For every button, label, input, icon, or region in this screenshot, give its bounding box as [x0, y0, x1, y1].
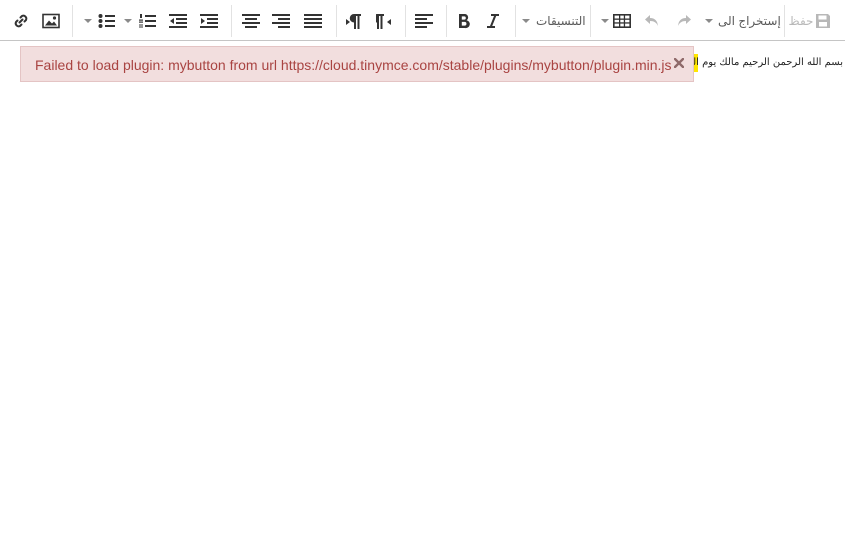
indent-button[interactable]: [197, 4, 221, 38]
table-dropdown[interactable]: [598, 4, 612, 38]
italic-button[interactable]: [481, 4, 505, 38]
numbered-list-dropdown[interactable]: [120, 4, 136, 38]
undo-button[interactable]: [640, 4, 664, 38]
link-button[interactable]: [8, 4, 34, 38]
notification-close-button[interactable]: [673, 55, 685, 71]
separator: [515, 5, 516, 37]
close-icon: [674, 58, 684, 68]
outdent-icon: [169, 14, 187, 28]
bold-button[interactable]: [452, 4, 476, 38]
save-button[interactable]: حفظ: [788, 4, 832, 38]
separator: [446, 5, 447, 37]
separator: [72, 5, 73, 37]
outdent-button[interactable]: [166, 4, 190, 38]
indent-icon: [200, 14, 218, 28]
align-right-button[interactable]: [268, 4, 294, 38]
chevron-down-icon: [84, 19, 92, 23]
separator: [590, 5, 591, 37]
chevron-down-icon: [601, 19, 609, 23]
align-center-button[interactable]: [238, 4, 264, 38]
chevron-down-icon: [522, 19, 530, 23]
rtl-button[interactable]: [372, 4, 396, 38]
table-button[interactable]: [611, 4, 633, 38]
formats-label: التنسيقات: [536, 14, 586, 28]
align-justify-button[interactable]: [300, 4, 326, 38]
separator: [405, 5, 406, 37]
table-icon: [613, 13, 631, 28]
image-button[interactable]: [37, 4, 65, 38]
ltr-button[interactable]: [342, 4, 366, 38]
align-left-icon: [415, 14, 433, 28]
italic-icon: [487, 14, 499, 28]
link-icon: [14, 14, 28, 28]
ltr-icon: [346, 13, 361, 29]
error-notification: Failed to load plugin: mybutton from url…: [20, 46, 694, 82]
save-label: حفظ: [788, 14, 814, 28]
formats-dropdown[interactable]: التنسيقات: [522, 4, 586, 38]
editor-paragraph[interactable]: بسم الله الرحمن الرحيم مالك يوم الدين: [677, 57, 843, 68]
numbered-list-icon: [139, 14, 156, 28]
redo-button[interactable]: [672, 4, 696, 38]
undo-icon: [645, 15, 658, 26]
image-icon: [42, 13, 60, 29]
toolbar: التنسيقات إستخراج الى حفظ: [0, 0, 845, 41]
bullet-list-dropdown[interactable]: [80, 4, 96, 38]
chevron-down-icon: [705, 19, 713, 23]
separator: [784, 5, 785, 37]
align-justify-icon: [304, 14, 322, 28]
align-left-button[interactable]: [411, 4, 437, 38]
bullet-list-button[interactable]: [96, 4, 118, 38]
align-right-icon: [272, 14, 290, 28]
rtl-icon: [376, 13, 391, 29]
numbered-list-button[interactable]: [137, 4, 159, 38]
redo-icon: [678, 15, 691, 26]
save-icon: [816, 14, 831, 28]
insert-dropdown[interactable]: إستخراج الى: [705, 4, 781, 38]
separator: [231, 5, 232, 37]
bold-icon: [459, 13, 470, 29]
tinymce-editor: التنسيقات إستخراج الى حفظ بسم الله الرحم…: [0, 0, 845, 552]
editor-content-area[interactable]: بسم الله الرحمن الرحيم مالك يوم الدين: [0, 41, 845, 552]
insert-dropdown-label: إستخراج الى: [718, 14, 781, 28]
notification-message: Failed to load plugin: mybutton from url…: [35, 57, 672, 73]
align-center-icon: [242, 14, 260, 28]
separator: [336, 5, 337, 37]
bullet-list-icon: [98, 14, 115, 28]
chevron-down-icon: [124, 19, 132, 23]
